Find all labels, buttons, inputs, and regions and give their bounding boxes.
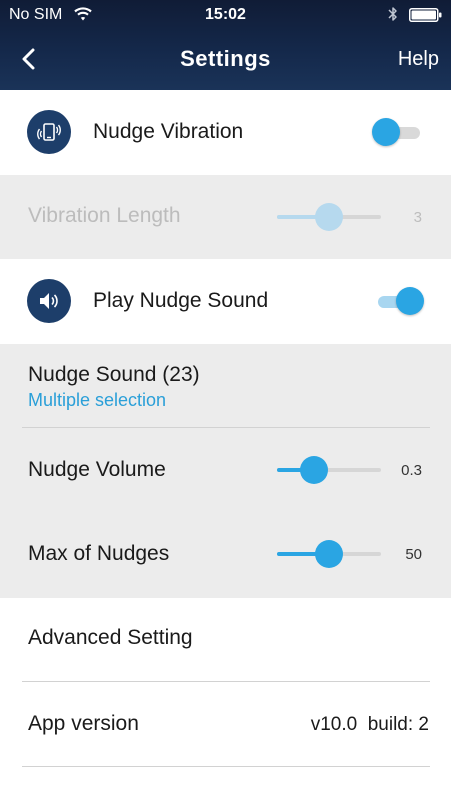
- divider: [22, 766, 430, 767]
- nudge-vibration-label: Nudge Vibration: [93, 120, 244, 143]
- status-bar: No SIM 15:02: [0, 0, 451, 30]
- sound-settings-group: Nudge Sound (23) Multiple selection Nudg…: [0, 344, 451, 598]
- vibration-length-slider[interactable]: [277, 203, 381, 231]
- play-nudge-sound-label: Play Nudge Sound: [93, 289, 269, 312]
- advanced-setting-label: Advanced Setting: [28, 626, 193, 649]
- status-time: 15:02: [205, 6, 246, 23]
- play-nudge-sound-toggle[interactable]: [372, 287, 424, 315]
- speaker-icon: [27, 279, 71, 323]
- nudge-vibration-toggle[interactable]: [372, 118, 424, 146]
- play-nudge-sound-row: Play Nudge Sound: [0, 259, 451, 344]
- help-button[interactable]: Help: [398, 48, 439, 71]
- max-of-nudges-label: Max of Nudges: [28, 542, 170, 565]
- page-title: Settings: [180, 46, 271, 71]
- phone-vibrate-icon: [27, 110, 71, 154]
- nav-bar: Settings Help: [0, 30, 451, 90]
- nudge-sound-label: Nudge Sound (23): [28, 363, 200, 386]
- vibration-length-value: 3: [413, 209, 422, 226]
- app-version-label: App version: [28, 712, 139, 735]
- vibration-length-row: Vibration Length 3: [0, 175, 451, 259]
- nudge-vibration-row: Nudge Vibration: [0, 90, 451, 175]
- max-of-nudges-slider[interactable]: [277, 540, 381, 568]
- vibration-length-label: Vibration Length: [28, 204, 181, 227]
- app-version-row: App version v10.0 build: 2: [0, 682, 451, 800]
- top-bar: No SIM 15:02 Settings Help: [0, 0, 451, 90]
- battery-icon: [409, 8, 442, 22]
- nudge-volume-slider[interactable]: [277, 456, 381, 484]
- nudge-volume-label: Nudge Volume: [28, 458, 166, 481]
- nudge-sound-selection: Multiple selection: [28, 390, 167, 410]
- max-of-nudges-value: 50: [405, 546, 422, 563]
- advanced-setting-row[interactable]: Advanced Setting: [0, 598, 451, 682]
- divider: [22, 427, 430, 428]
- nudge-sound-item[interactable]: Nudge Sound (23) Multiple selection: [0, 344, 451, 428]
- app-version-value: v10.0 build: 2: [310, 714, 429, 735]
- nudge-volume-value: 0.3: [401, 462, 422, 479]
- bluetooth-icon: [388, 7, 397, 21]
